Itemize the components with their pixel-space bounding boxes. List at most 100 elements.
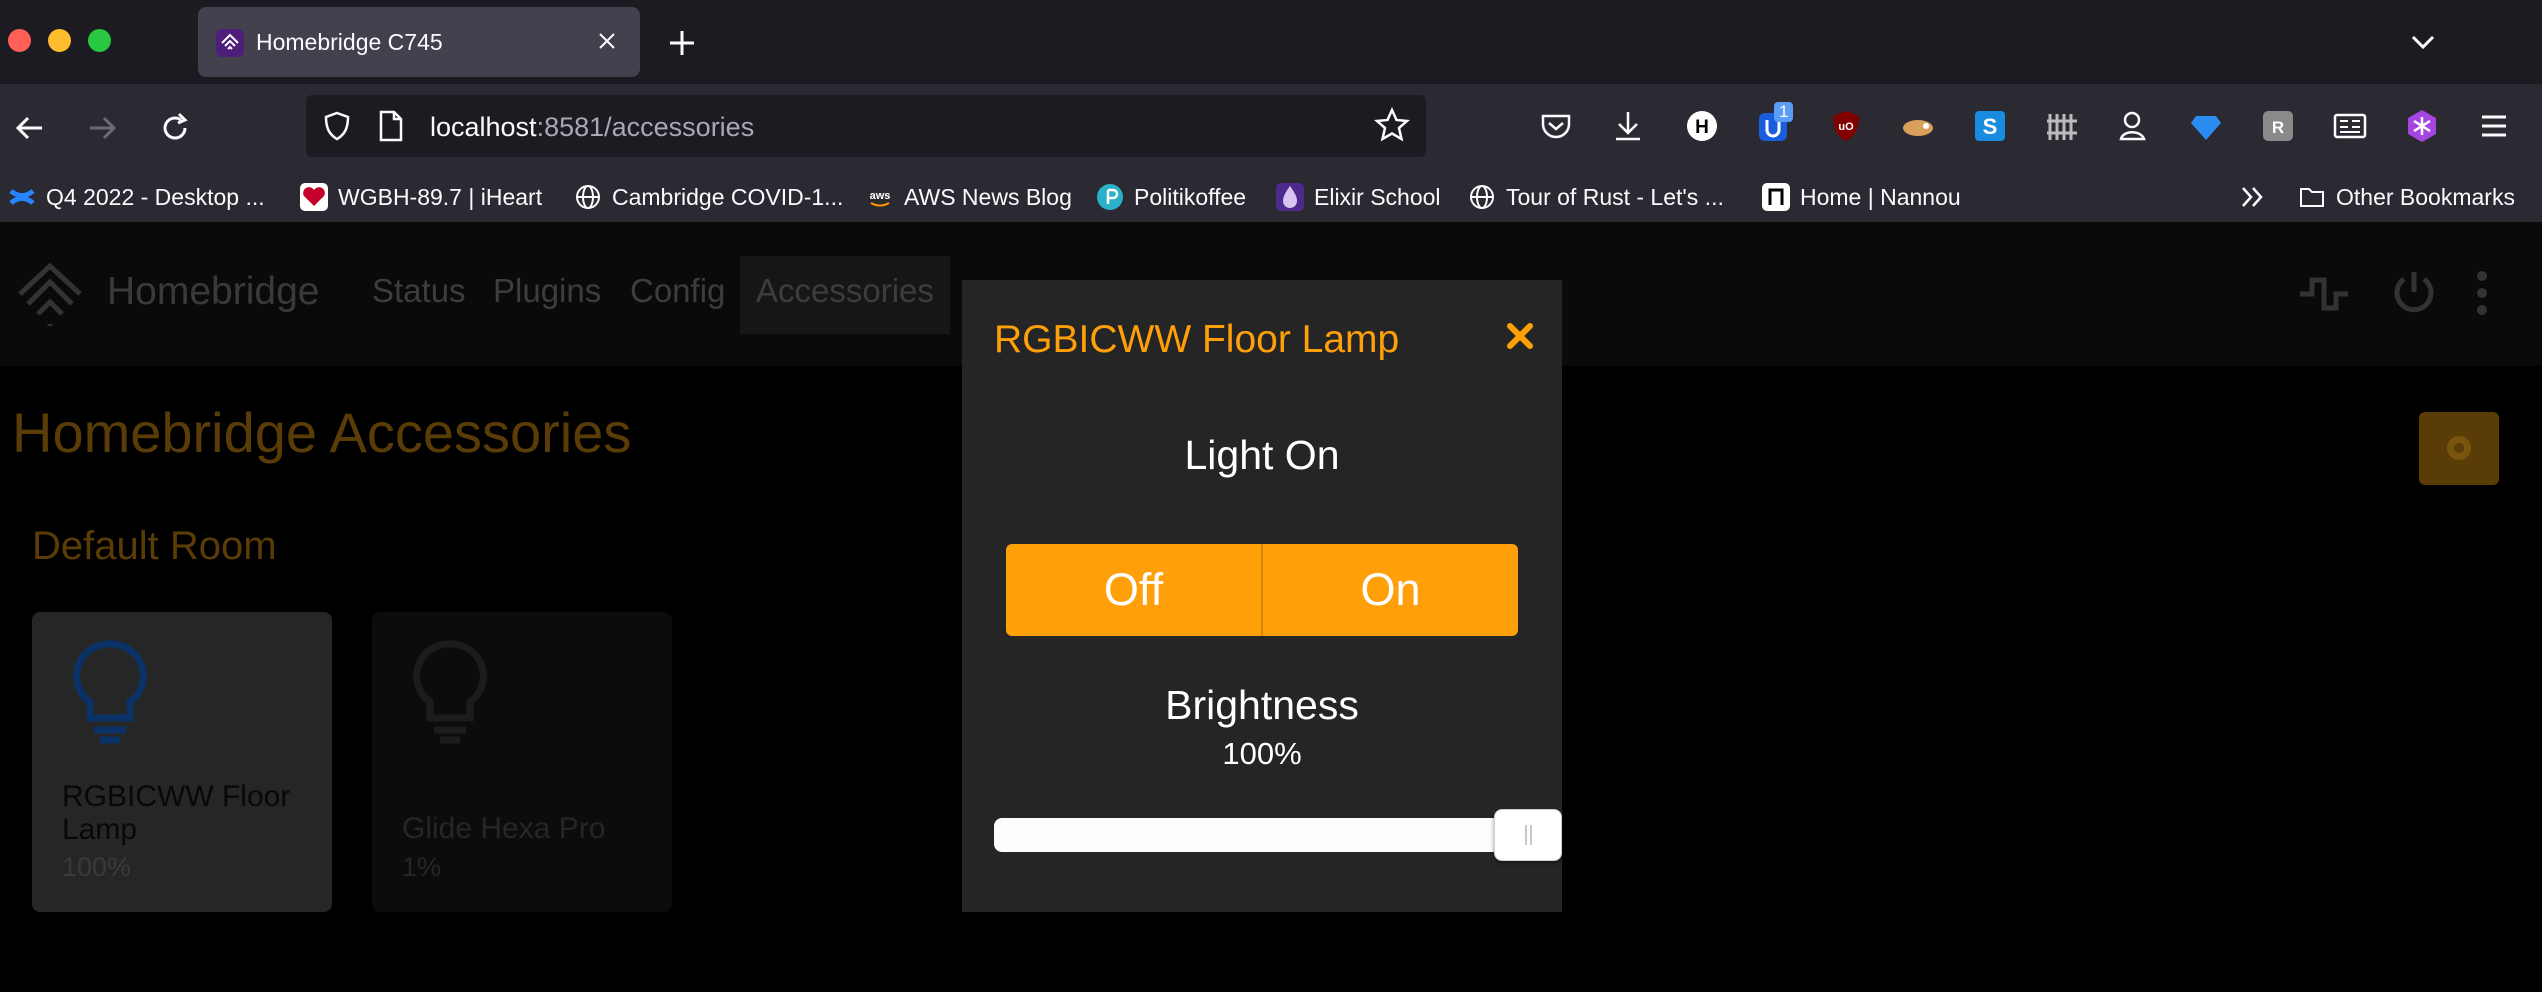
bookmark-label: Home | Nannou [1800,183,1961,210]
ublock-origin-icon[interactable]: uO [1828,108,1864,144]
tile-name: RGBICWW Floor Lamp [62,780,290,846]
accessory-control-modal: RGBICWW Floor Lamp Light On Off On Brigh… [962,280,1562,912]
off-button[interactable]: Off [1006,544,1261,636]
iheart-icon [300,183,328,211]
folder-icon [2300,188,2324,207]
honey-extension-icon[interactable]: H [1684,108,1720,144]
gear-icon [2447,436,2471,460]
slider-handle[interactable] [1494,809,1562,861]
tile-name-line: RGBICWW Floor [62,780,291,813]
bookmark-item[interactable]: aws AWS News Blog [866,182,1072,212]
svg-text:uO: uO [1838,121,1854,133]
forward-arrow-icon[interactable] [84,110,120,146]
tile-value: 100% [62,852,132,882]
close-window-button[interactable] [8,29,31,52]
zoom-window-button[interactable] [88,29,111,52]
more-vertical-icon[interactable] [2470,268,2494,318]
on-button[interactable]: On [1261,544,1518,636]
bookmarks-overflow-chevron-icon[interactable] [2238,182,2268,212]
tile-name-line: Lamp [62,813,138,846]
bookmark-label: AWS News Blog [904,183,1072,210]
reader-view-icon[interactable] [2332,108,2368,144]
confluence-icon [9,189,35,205]
url-text[interactable]: localhost:8581/accessories [430,112,754,143]
bookmark-label: Tour of Rust - Let's ... [1506,183,1724,210]
bookmark-item[interactable]: Cambridge COVID-1... [574,182,843,212]
nav-status[interactable]: Status [372,272,466,310]
accessory-tile-glide-hexa[interactable]: Glide Hexa Pro 1% [372,612,672,912]
gem-extension-icon[interactable] [2188,108,2224,144]
nav-config[interactable]: Config [630,272,725,310]
svg-text:aws: aws [870,190,891,202]
person-extension-icon[interactable] [2116,108,2152,144]
other-bookmarks-label: Other Bookmarks [2336,183,2515,210]
s-extension-icon[interactable]: S [1972,108,2008,144]
svg-text:R: R [2272,118,2284,137]
nav-accessories: Accessories [756,272,934,309]
slider-track[interactable] [994,818,1552,852]
aws-icon: aws [870,190,891,207]
homebridge-favicon-icon [216,29,244,57]
globe-icon [576,185,600,209]
url-host: localhost [430,112,537,142]
bookmark-label: Cambridge COVID-1... [612,183,844,210]
rust-extension-icon[interactable]: R [2260,108,2296,144]
downloads-icon[interactable] [1610,108,1646,144]
fence-extension-icon[interactable] [2044,108,2080,144]
brightness-value: 100% [1222,736,1302,771]
list-all-tabs-chevron-icon[interactable] [2408,27,2438,57]
globe-icon [1470,185,1494,209]
tracking-protection-shield-icon[interactable] [320,109,354,143]
bookmark-item[interactable]: WGBH-89.7 | iHeart [300,182,542,212]
bookmark-item[interactable]: Politikoffee [1096,182,1246,212]
bookmark-label: WGBH-89.7 | iHeart [338,183,543,210]
power-toggle-group: Off On [1006,544,1518,636]
brightness-label: Brightness [1165,682,1359,728]
other-bookmarks-folder[interactable]: Other Bookmarks [2298,182,2515,212]
pocket-icon[interactable] [1538,108,1574,144]
nav-plugins[interactable]: Plugins [493,272,601,310]
snowflake-extension-icon[interactable] [2404,108,2440,144]
settings-button[interactable] [2419,412,2499,485]
brightness-slider[interactable] [994,809,1562,861]
activity-pulse-icon[interactable] [2298,272,2350,316]
bookmark-star-icon[interactable] [1374,107,1410,143]
tab-close-icon[interactable] [597,31,617,51]
brand-name[interactable]: Homebridge [107,270,319,314]
back-arrow-icon[interactable] [12,110,48,146]
bookmark-item[interactable]: Q4 2022 - Desktop ... [8,182,265,212]
accessory-tile-floor-lamp[interactable]: RGBICWW Floor Lamp 100% [32,612,332,912]
homebridge-logo-icon[interactable] [14,258,86,330]
tile-name: Glide Hexa Pro [402,812,606,845]
light-status-label: Light On [1184,432,1340,478]
room-title: Default Room [32,524,277,568]
tile-value: 1% [402,852,442,882]
bookmark-item[interactable]: Home | Nannou [1762,182,1961,212]
url-bar[interactable]: localhost:8581/accessories [306,95,1426,157]
tab-title: Homebridge C745 [256,29,443,55]
modal-title: RGBICWW Floor Lamp [994,318,1400,361]
bookmark-item[interactable]: Tour of Rust - Let's ... [1468,182,1724,212]
power-icon[interactable] [2390,268,2438,318]
close-icon[interactable] [1498,314,1542,358]
bookmark-label: Elixir School [1314,183,1441,210]
hedgehog-extension-icon[interactable] [1900,108,1936,144]
url-path: :8581/accessories [536,112,755,142]
minimize-window-button[interactable] [48,29,71,52]
browser-tab-bar: Homebridge C745 [0,0,2542,84]
page-info-icon[interactable] [376,109,406,143]
app-menu-icon[interactable] [2476,108,2512,144]
reload-icon[interactable] [157,110,193,146]
bitwarden-extension-icon[interactable]: 1 [1756,102,1794,144]
nav-accessories-active[interactable]: Accessories [740,256,950,334]
svg-text:H: H [1695,117,1709,138]
bookmarks-toolbar: Q4 2022 - Desktop ... WGBH-89.7 | iHeart… [0,170,2542,222]
lightbulb-icon [413,640,487,744]
politikoffee-icon [1097,184,1123,210]
new-tab-icon[interactable] [666,27,698,59]
elixir-drop-icon [1276,183,1304,211]
lightbulb-icon [73,640,147,744]
bookmark-label: Q4 2022 - Desktop ... [46,183,265,210]
browser-tab-active[interactable]: Homebridge C745 [198,7,640,77]
bookmark-item[interactable]: Elixir School [1276,182,1441,212]
